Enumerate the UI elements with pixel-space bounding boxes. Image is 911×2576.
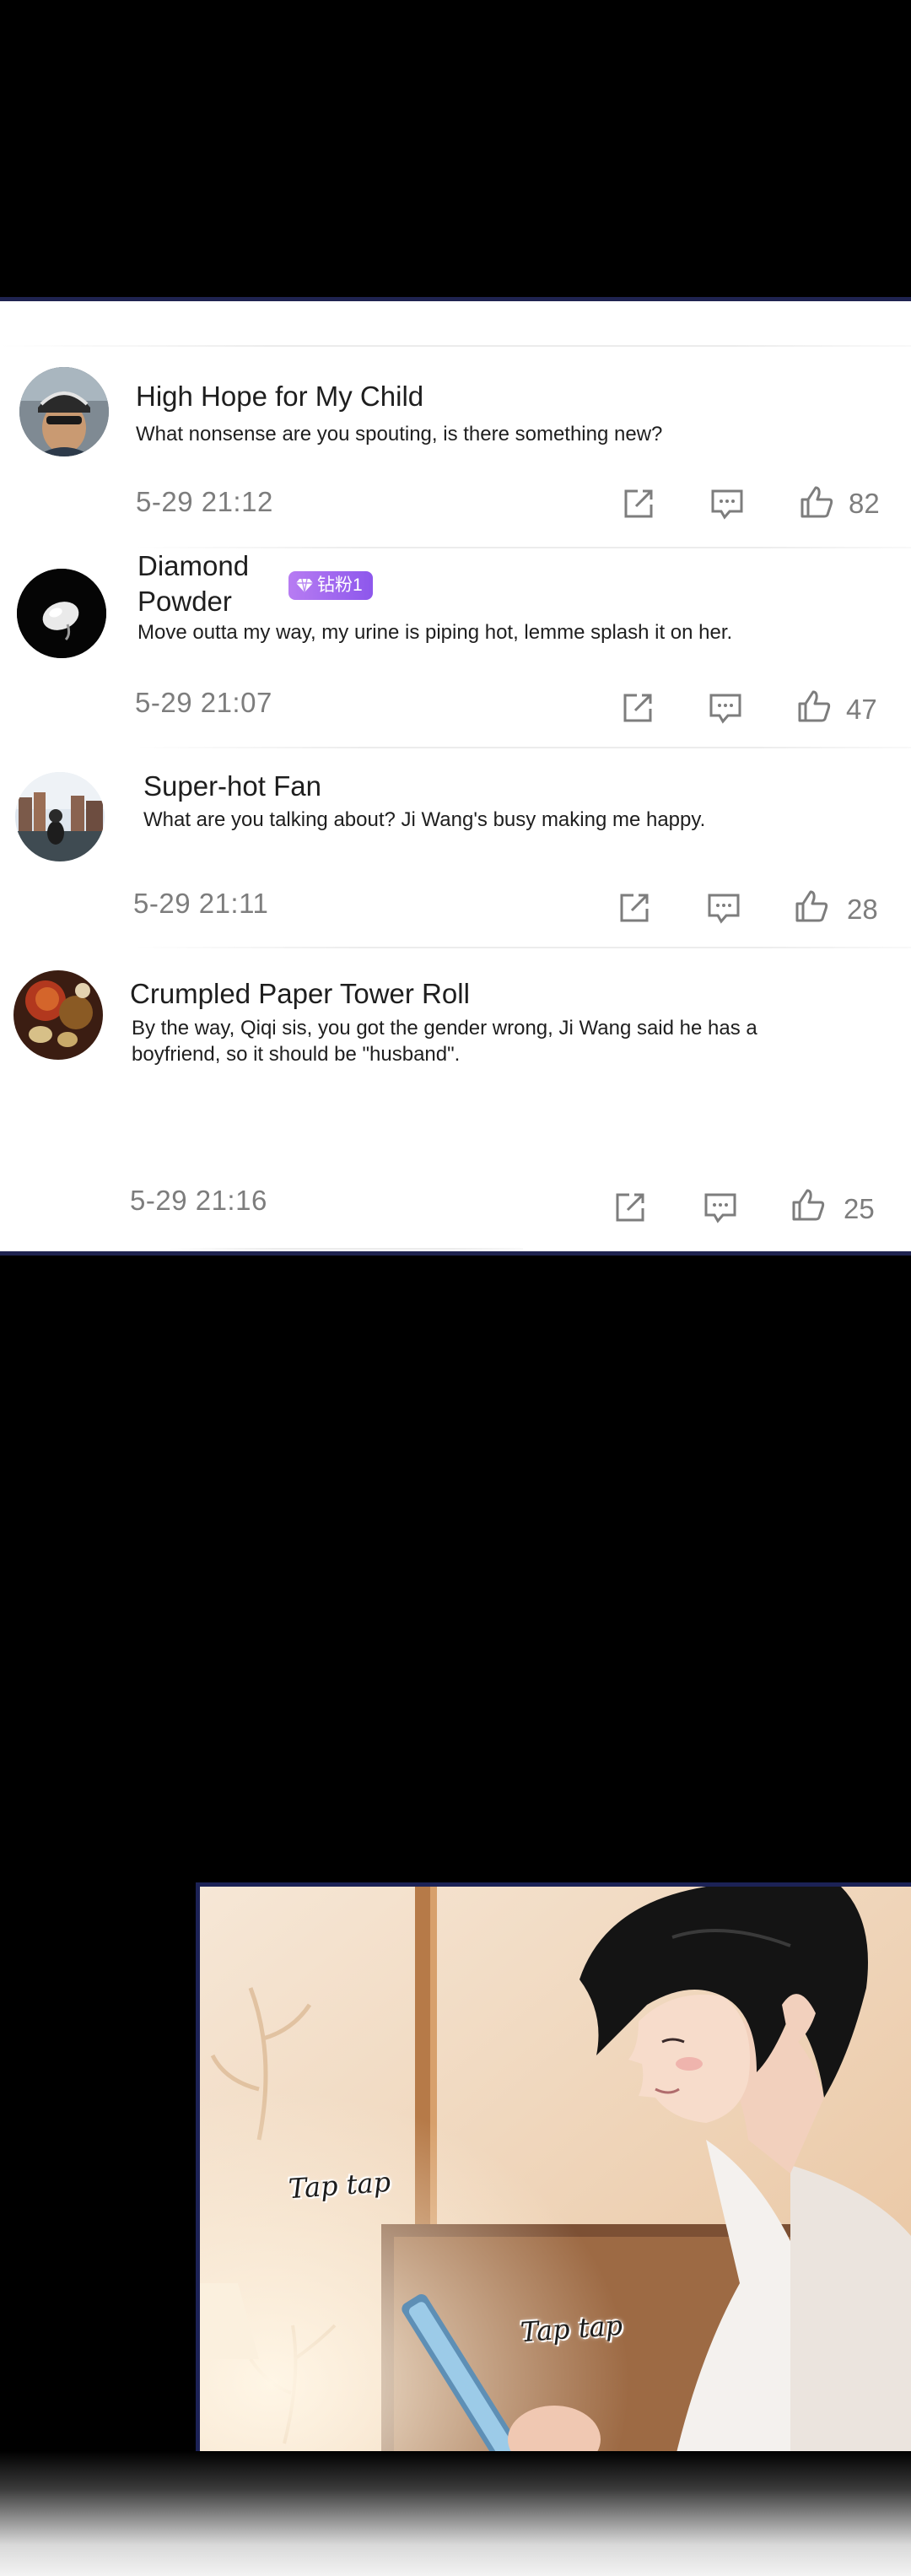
bottom-fade — [0, 2451, 911, 2576]
comment-username[interactable]: High Hope for My Child — [136, 379, 423, 414]
comment-timestamp: 5-29 21:11 — [133, 888, 269, 919]
comment-text: What nonsense are you spouting, is there… — [136, 423, 663, 446]
divider — [135, 747, 911, 748]
share-icon[interactable] — [612, 1190, 648, 1225]
share-icon[interactable] — [620, 690, 655, 726]
share-icon[interactable] — [617, 890, 652, 926]
city-photo-avatar-icon — [15, 772, 105, 861]
avatar[interactable] — [13, 970, 103, 1060]
comment-timestamp: 5-29 21:12 — [136, 486, 273, 517]
username-line: Powder — [137, 586, 232, 617]
comment-text-line: By the way, Qiqi sis, you got the gender… — [132, 1017, 757, 1040]
food-photo-avatar-icon — [13, 970, 103, 1060]
thumbs-up-icon[interactable] — [790, 1187, 826, 1223]
comment-username[interactable]: Diamond Powder — [137, 548, 249, 619]
comment-text-line: boyfriend, so it should be "husband". — [132, 1043, 461, 1066]
person-with-helmet-avatar-icon — [19, 367, 109, 456]
avatar[interactable] — [19, 367, 109, 456]
white-egg-avatar-icon — [17, 569, 106, 658]
like-count: 47 — [846, 694, 877, 725]
comment-text: What are you talking about? Ji Wang's bu… — [143, 808, 706, 831]
divider — [169, 1248, 523, 1250]
comic-panel: Tap tap Tap tap — [196, 1882, 911, 2466]
divider — [0, 345, 911, 347]
thumbs-up-icon[interactable] — [796, 689, 832, 724]
comment-icon[interactable] — [703, 1190, 738, 1225]
comment-username[interactable]: Crumpled Paper Tower Roll — [130, 976, 470, 1012]
badge-label: 钻粉1 — [317, 575, 363, 595]
comment-timestamp: 5-29 21:07 — [135, 687, 272, 718]
comment-icon[interactable] — [709, 486, 745, 521]
comments-panel: High Hope for My Child What nonsense are… — [0, 297, 911, 1256]
username-line: Diamond — [137, 550, 250, 581]
diamond-icon — [296, 578, 313, 593]
like-count: 82 — [849, 488, 880, 519]
avatar[interactable] — [15, 772, 105, 861]
like-count: 25 — [844, 1193, 875, 1224]
comment-username[interactable]: Super-hot Fan — [143, 769, 321, 804]
thumbs-up-icon[interactable] — [794, 888, 829, 924]
comment-text: By the way, Qiqi sis, you got the gender… — [132, 1015, 757, 1067]
thumbs-up-icon[interactable] — [799, 484, 834, 520]
comment-timestamp: 5-29 21:16 — [130, 1185, 267, 1216]
comment-icon[interactable] — [706, 890, 741, 926]
share-icon[interactable] — [621, 486, 656, 521]
divider — [133, 947, 911, 948]
like-count: 28 — [847, 894, 878, 925]
avatar[interactable] — [17, 569, 106, 658]
comment-text: Move outta my way, my urine is piping ho… — [137, 621, 733, 644]
comment-icon[interactable] — [708, 690, 743, 726]
divider — [135, 547, 911, 548]
fan-badge: 钻粉1 — [288, 571, 373, 600]
